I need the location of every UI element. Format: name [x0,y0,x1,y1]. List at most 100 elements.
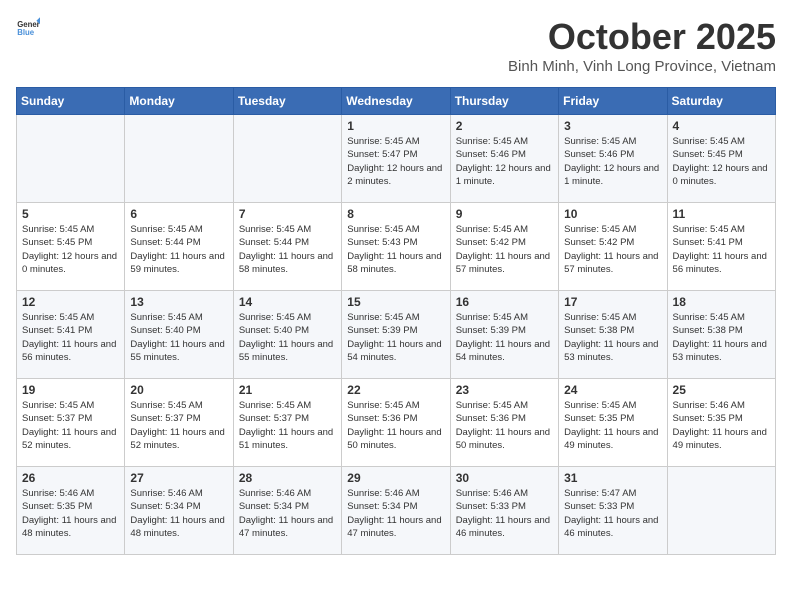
day-number: 15 [347,295,444,309]
day-number: 5 [22,207,119,221]
day-number: 11 [673,207,770,221]
logo-icon: General Blue [16,16,40,40]
cell-text: Sunrise: 5:45 AMSunset: 5:37 PMDaylight:… [130,399,227,452]
calendar-cell: 4Sunrise: 5:45 AMSunset: 5:45 PMDaylight… [667,115,775,203]
calendar-cell: 23 Sunrise: 5:45 AMSunset: 5:36 PMDayligh… [450,379,558,467]
calendar-cell: 13 Sunrise: 5:45 AMSunset: 5:40 PMDayligh… [125,291,233,379]
cell-text: Sunrise: 5:45 AMSunset: 5:44 PMDaylight:… [130,223,227,276]
day-number: 10 [564,207,661,221]
day-number: 6 [130,207,227,221]
day-number: 18 [673,295,770,309]
calendar-week-1: 1 Sunrise: 5:45 AMSunset: 5:47 PMDaylight… [17,115,776,203]
calendar-cell: 24Sunrise: 5:45 AMSunset: 5:35 PMDayligh… [559,379,667,467]
cell-text: Sunrise: 5:45 AMSunset: 5:45 PMDaylight:… [22,223,119,276]
col-header-saturday: Saturday [667,88,775,115]
calendar-cell: 5 Sunrise: 5:45 AMSunset: 5:45 PMDaylight… [17,203,125,291]
calendar-cell: 20 Sunrise: 5:45 AMSunset: 5:37 PMDayligh… [125,379,233,467]
calendar-cell: 30Sunrise: 5:46 AMSunset: 5:33 PMDayligh… [450,467,558,555]
cell-text: Sunrise: 5:46 AMSunset: 5:35 PMDaylight:… [673,399,770,452]
calendar-cell: 21 Sunrise: 5:45 AMSunset: 5:37 PMDayligh… [233,379,341,467]
cell-text: Sunrise: 5:45 AMSunset: 5:36 PMDaylight:… [347,399,444,452]
day-number: 4 [673,119,770,133]
calendar-cell: 12 Sunrise: 5:45 AMSunset: 5:41 PMDayligh… [17,291,125,379]
svg-text:General: General [17,20,40,29]
calendar-cell: 28 Sunrise: 5:46 AMSunset: 5:34 PMDayligh… [233,467,341,555]
calendar-cell: 17 Sunrise: 5:45 AMSunset: 5:38 PMDayligh… [559,291,667,379]
cell-text: Sunrise: 5:45 AMSunset: 5:39 PMDaylight:… [347,311,444,364]
day-number: 8 [347,207,444,221]
col-header-friday: Friday [559,88,667,115]
calendar-cell: 26Sunrise: 5:46 AMSunset: 5:35 PMDayligh… [17,467,125,555]
cell-text: Sunrise: 5:45 AMSunset: 5:37 PMDaylight:… [22,399,119,452]
cell-text: Sunrise: 5:45 AMSunset: 5:46 PMDaylight:… [564,135,661,188]
day-number: 26 [22,471,119,485]
day-number: 29 [347,471,444,485]
col-header-tuesday: Tuesday [233,88,341,115]
calendar-cell: 31 Sunrise: 5:47 AMSunset: 5:33 PMDayligh… [559,467,667,555]
day-number: 13 [130,295,227,309]
day-number: 25 [673,383,770,397]
cell-text: Sunrise: 5:45 AMSunset: 5:35 PMDaylight:… [564,399,661,452]
calendar-cell: 15 Sunrise: 5:45 AMSunset: 5:39 PMDayligh… [342,291,450,379]
calendar-cell: 27Sunrise: 5:46 AMSunset: 5:34 PMDayligh… [125,467,233,555]
title-area: October 2025 Binh Minh, Vinh Long Provin… [508,16,776,75]
cell-text: Sunrise: 5:45 AMSunset: 5:38 PMDaylight:… [564,311,661,364]
day-number: 12 [22,295,119,309]
day-number: 1 [347,119,444,133]
calendar-cell: 6 Sunrise: 5:45 AMSunset: 5:44 PMDaylight… [125,203,233,291]
calendar-week-4: 19 Sunrise: 5:45 AMSunset: 5:37 PMDayligh… [17,379,776,467]
day-number: 21 [239,383,336,397]
cell-text: Sunrise: 5:45 AMSunset: 5:44 PMDaylight:… [239,223,336,276]
calendar-cell: 25 Sunrise: 5:46 AMSunset: 5:35 PMDayligh… [667,379,775,467]
calendar-cell [667,467,775,555]
calendar-week-2: 5 Sunrise: 5:45 AMSunset: 5:45 PMDaylight… [17,203,776,291]
cell-text: Sunrise: 5:45 AMSunset: 5:36 PMDaylight:… [456,399,553,452]
calendar-cell: 7 Sunrise: 5:45 AMSunset: 5:44 PMDaylight… [233,203,341,291]
calendar-week-5: 26Sunrise: 5:46 AMSunset: 5:35 PMDayligh… [17,467,776,555]
calendar-cell: 22Sunrise: 5:45 AMSunset: 5:36 PMDayligh… [342,379,450,467]
calendar-cell: 10 Sunrise: 5:45 AMSunset: 5:42 PMDayligh… [559,203,667,291]
day-number: 16 [456,295,553,309]
day-number: 23 [456,383,553,397]
calendar-table: SundayMondayTuesdayWednesdayThursdayFrid… [16,87,776,555]
cell-text: Sunrise: 5:45 AMSunset: 5:37 PMDaylight:… [239,399,336,452]
cell-text: Sunrise: 5:45 AMSunset: 5:46 PMDaylight:… [456,135,553,188]
svg-text:Blue: Blue [17,28,35,37]
day-number: 7 [239,207,336,221]
calendar-cell: 16 Sunrise: 5:45 AMSunset: 5:39 PMDayligh… [450,291,558,379]
day-number: 19 [22,383,119,397]
cell-text: Sunrise: 5:45 AMSunset: 5:38 PMDaylight:… [673,311,770,364]
calendar-cell [17,115,125,203]
calendar-cell [125,115,233,203]
calendar-cell: 9 Sunrise: 5:45 AMSunset: 5:42 PMDaylight… [450,203,558,291]
day-number: 2 [456,119,553,133]
calendar-cell: 3 Sunrise: 5:45 AMSunset: 5:46 PMDaylight… [559,115,667,203]
day-number: 20 [130,383,227,397]
cell-text: Sunrise: 5:46 AMSunset: 5:34 PMDaylight:… [239,487,336,540]
cell-text: Sunrise: 5:47 AMSunset: 5:33 PMDaylight:… [564,487,661,540]
calendar-cell: 11Sunrise: 5:45 AMSunset: 5:41 PMDayligh… [667,203,775,291]
cell-text: Sunrise: 5:45 AMSunset: 5:40 PMDaylight:… [130,311,227,364]
calendar-cell: 19 Sunrise: 5:45 AMSunset: 5:37 PMDayligh… [17,379,125,467]
cell-text: Sunrise: 5:45 AMSunset: 5:41 PMDaylight:… [22,311,119,364]
day-number: 9 [456,207,553,221]
col-header-monday: Monday [125,88,233,115]
col-header-wednesday: Wednesday [342,88,450,115]
calendar-cell: 29Sunrise: 5:46 AMSunset: 5:34 PMDayligh… [342,467,450,555]
calendar-cell: 1 Sunrise: 5:45 AMSunset: 5:47 PMDaylight… [342,115,450,203]
cell-text: Sunrise: 5:45 AMSunset: 5:42 PMDaylight:… [564,223,661,276]
cell-text: Sunrise: 5:45 AMSunset: 5:42 PMDaylight:… [456,223,553,276]
calendar-cell [233,115,341,203]
col-header-thursday: Thursday [450,88,558,115]
location-title: Binh Minh, Vinh Long Province, Vietnam [508,58,776,75]
day-number: 3 [564,119,661,133]
day-number: 17 [564,295,661,309]
day-number: 28 [239,471,336,485]
day-number: 14 [239,295,336,309]
cell-text: Sunrise: 5:45 AMSunset: 5:47 PMDaylight:… [347,135,444,188]
cell-text: Sunrise: 5:46 AMSunset: 5:34 PMDaylight:… [130,487,227,540]
page-header: General Blue October 2025 Binh Minh, Vin… [16,16,776,75]
logo: General Blue [16,16,40,40]
cell-text: Sunrise: 5:45 AMSunset: 5:39 PMDaylight:… [456,311,553,364]
day-number: 31 [564,471,661,485]
